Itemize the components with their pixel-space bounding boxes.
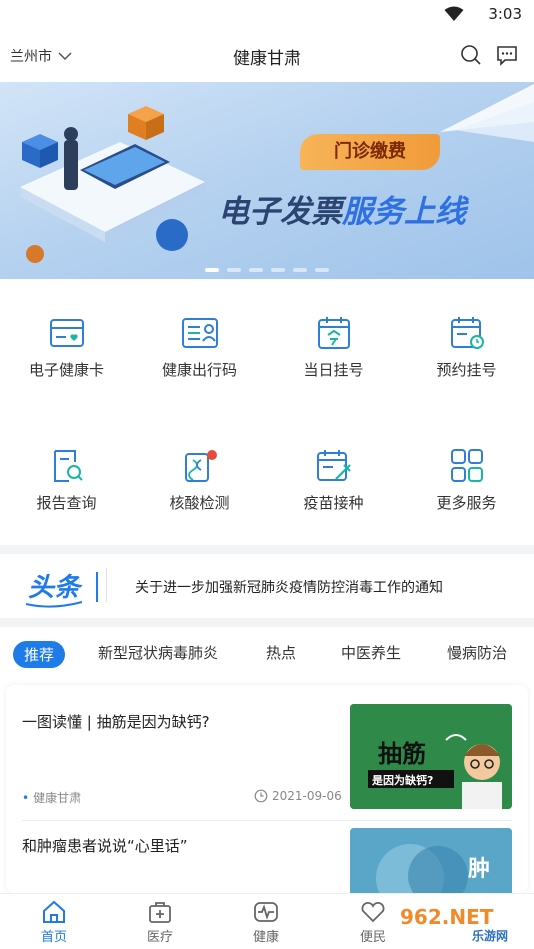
service-label: 当日挂号: [303, 361, 364, 379]
site-watermark: 962.NET 乐游网: [394, 903, 528, 943]
thumbnail-subtitle: 是因为缺钙?: [371, 773, 433, 787]
nav-home[interactable]: 首页: [14, 900, 94, 945]
nav-medical[interactable]: 医疗: [120, 900, 200, 945]
carousel-dot[interactable]: [293, 268, 307, 272]
tab-tcm[interactable]: 中医养生: [341, 642, 401, 663]
service-label: 核酸检测: [169, 494, 230, 512]
search-icon[interactable]: [460, 44, 482, 66]
report-search-icon: [54, 450, 83, 482]
article-card[interactable]: 一图读懂 | 抽筋是因为缺钙? • 健康甘肃 2021-09-06 抽筋 是因为缺…: [6, 685, 528, 815]
news-headline: 关于进一步加强新冠肺炎疫情防控消毒工作的通知: [135, 580, 443, 596]
home-icon: [43, 900, 65, 923]
headline-logo: 头条: [25, 572, 98, 608]
article-date-text: 2021-09-06: [272, 789, 342, 803]
article-thumbnail: 抽筋 是因为缺钙?: [350, 704, 512, 809]
health-card-icon: [50, 319, 84, 347]
message-icon[interactable]: [496, 44, 518, 66]
service-label: 健康出行码: [161, 361, 237, 379]
banner-subtitle: 门诊缴费: [334, 141, 406, 162]
service-label: 电子健康卡: [28, 361, 104, 379]
category-tabs: 推荐 新型冠状病毒肺炎 热点 中医养生 慢病防治: [0, 628, 534, 680]
banner-illustration: [20, 84, 534, 263]
health-icon: [254, 902, 278, 922]
service-more[interactable]: 更多服务: [400, 412, 533, 532]
service-appointment[interactable]: 预约挂号: [400, 279, 533, 399]
article-title: 一图读懂 | 抽筋是因为缺钙?: [22, 713, 210, 731]
page-title: 健康甘肃: [233, 49, 301, 69]
vaccine-icon: [317, 450, 351, 481]
carousel-dot[interactable]: [249, 268, 263, 272]
service-report-search[interactable]: 报告查询: [0, 412, 133, 532]
nav-label: 医疗: [146, 930, 173, 945]
more-services-icon: [451, 449, 483, 482]
carousel-indicator: [0, 268, 534, 272]
news-divider: [106, 568, 107, 602]
article-feed: 一图读懂 | 抽筋是因为缺钙? • 健康甘肃 2021-09-06 抽筋 是因为缺…: [6, 685, 528, 893]
tab-hot[interactable]: 热点: [266, 642, 296, 663]
convenience-icon: [361, 902, 385, 923]
travel-code-icon: [182, 318, 218, 348]
news-ticker[interactable]: 头条 关于进一步加强新冠肺炎疫情防控消毒工作的通知: [0, 554, 534, 618]
carousel-dot[interactable]: [227, 268, 241, 272]
article-title: 和肿瘤患者说说“心里话”: [22, 837, 188, 855]
service-nucleic-test[interactable]: 核酸检测: [133, 412, 266, 532]
status-time: 3:03: [488, 5, 522, 23]
headline-logo-text: 头条: [28, 573, 83, 603]
nav-label: 首页: [40, 930, 67, 945]
section-divider: [0, 545, 534, 554]
service-travel-code[interactable]: 健康出行码: [133, 279, 266, 399]
medical-icon: [149, 902, 171, 923]
watermark-brand: 962.NET: [400, 905, 494, 929]
service-health-card[interactable]: 电子健康卡: [0, 279, 133, 399]
carousel-dot[interactable]: [271, 268, 285, 272]
service-label: 更多服务: [436, 494, 497, 512]
service-today-register[interactable]: 当日挂号: [267, 279, 400, 399]
article-thumbnail: 肿: [350, 828, 512, 893]
nav-health[interactable]: 健康: [226, 900, 306, 945]
carousel-dot[interactable]: [205, 268, 219, 272]
service-label: 报告查询: [36, 494, 97, 512]
section-divider: [0, 618, 534, 627]
service-grid: 电子健康卡 健康出行码 当日挂号 预约挂号 报告查询 核酸检测 疫苗接种 更多服…: [0, 279, 534, 545]
wifi-icon: [444, 6, 464, 21]
clock-icon: [254, 789, 268, 803]
article-source: • 健康甘肃: [22, 791, 82, 805]
service-label: 预约挂号: [436, 361, 497, 379]
top-nav: 兰州市 健康甘肃: [0, 30, 534, 82]
thumbnail-title: 肿: [468, 857, 490, 882]
article-date: 2021-09-06: [254, 789, 342, 803]
service-label: 疫苗接种: [303, 494, 364, 512]
article-source-label: 健康甘肃: [33, 791, 82, 805]
thumbnail-illustration: 肿: [350, 828, 512, 893]
banner-headline-blue: 服务上线: [342, 194, 466, 230]
watermark-sub: 乐游网: [472, 928, 508, 943]
thumbnail-title: 抽筋: [378, 740, 426, 768]
tab-chronic[interactable]: 慢病防治: [447, 642, 507, 663]
carousel-dot[interactable]: [315, 268, 329, 272]
service-vaccine[interactable]: 疫苗接种: [267, 412, 400, 532]
tab-covid[interactable]: 新型冠状病毒肺炎: [98, 642, 218, 663]
tab-recommended[interactable]: 推荐: [13, 641, 66, 668]
banner-headline-dark: 电子发票: [218, 194, 342, 230]
today-register-icon: [318, 317, 350, 349]
thumbnail-illustration: 抽筋 是因为缺钙?: [350, 704, 512, 809]
appointment-icon: [451, 317, 484, 349]
article-card[interactable]: 和肿瘤患者说说“心里话” 肿: [6, 821, 528, 893]
banner-carousel[interactable]: 门诊缴费 电子发票服务上线: [0, 82, 534, 279]
nav-label: 健康: [252, 930, 279, 945]
status-bar: 3:03: [0, 0, 534, 30]
banner-headline: 电子发票服务上线: [218, 186, 466, 231]
nucleic-test-icon: [185, 450, 217, 482]
